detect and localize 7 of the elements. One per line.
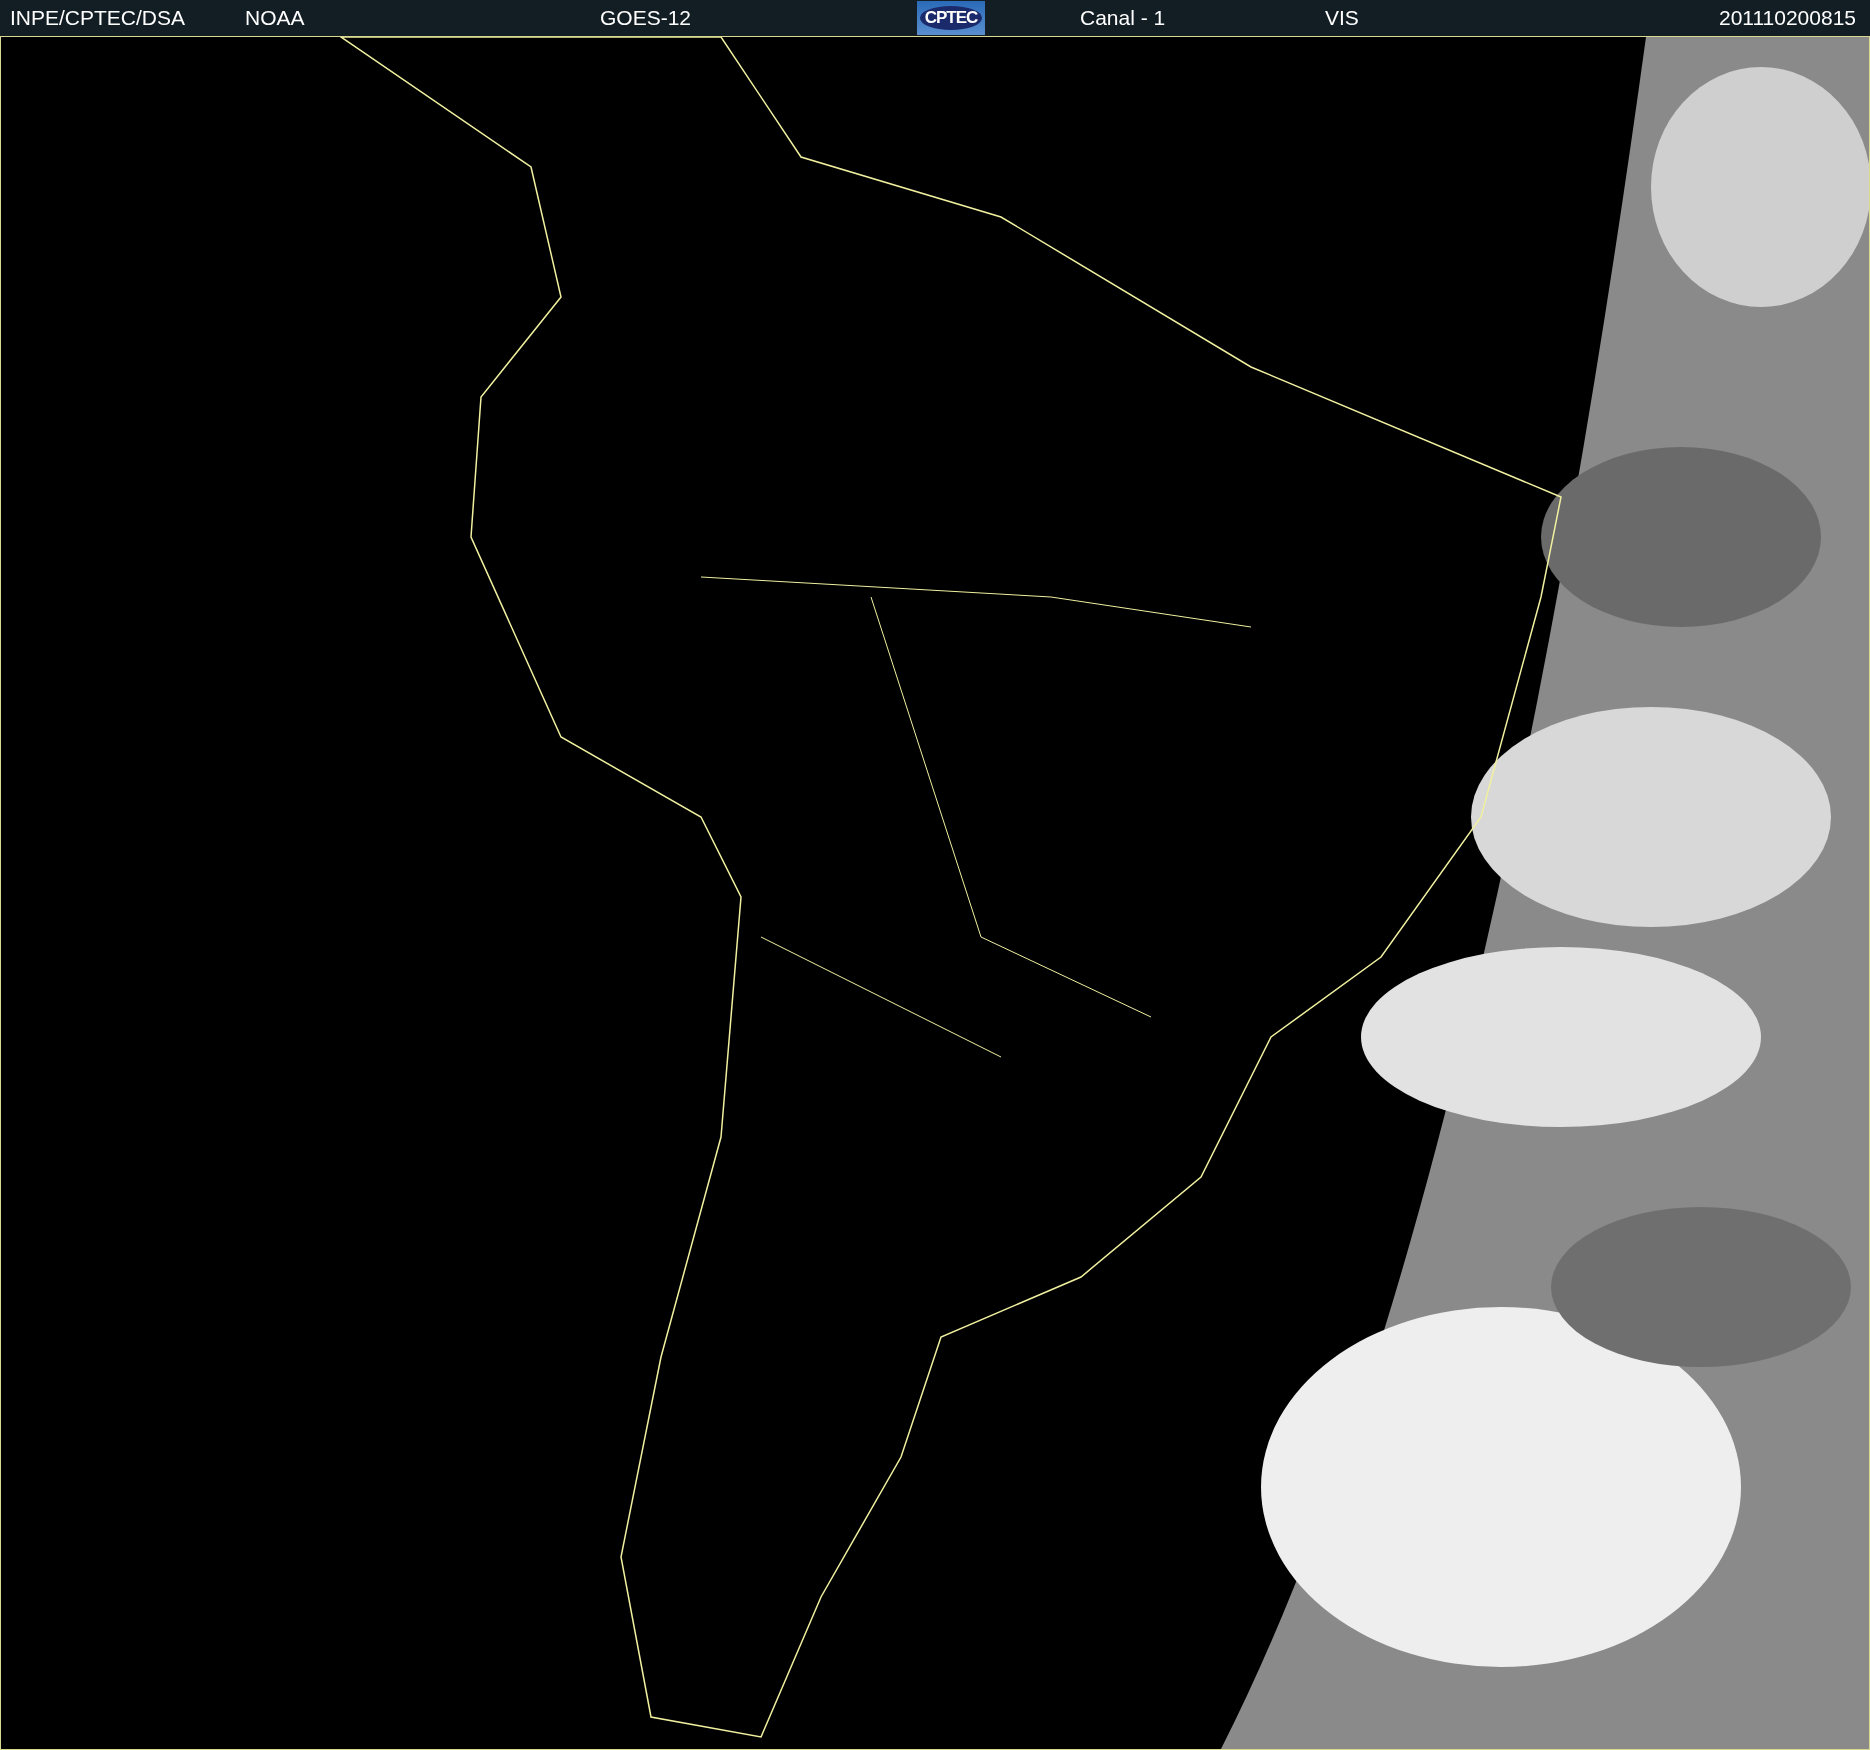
cptec-logo: CPTEC [917,1,985,35]
band-label: VIS [1325,6,1360,30]
channel-label: Canal - 1 [1080,6,1167,30]
source-label: INPE/CPTEC/DSA [10,6,187,30]
timestamp: 201110200815 [1718,6,1856,30]
agency-label: NOAA [245,6,306,30]
satellite-label: GOES-12 [600,6,693,30]
